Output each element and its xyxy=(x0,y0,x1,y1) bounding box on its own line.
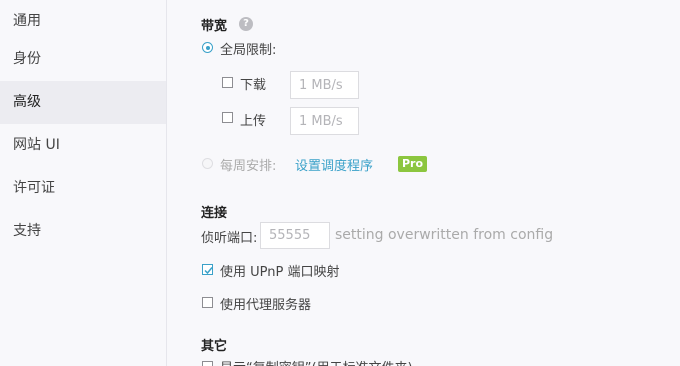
listen-port-label: 侦听端口: xyxy=(201,231,258,246)
download-label: 下载 xyxy=(240,78,267,93)
proxy-label: 使用代理服务器 xyxy=(220,298,312,313)
sidebar-item-license[interactable]: 许可证 xyxy=(0,167,166,210)
upload-label: 上传 xyxy=(240,114,267,129)
checkmark-icon xyxy=(204,267,213,275)
sidebar: 通用 身份 高级 网站 UI 许可证 支持 xyxy=(0,0,167,366)
sidebar-item-web-ui[interactable]: 网站 UI xyxy=(0,124,166,167)
proxy-checkbox[interactable] xyxy=(202,297,213,308)
port-overwritten-note: setting overwritten from config xyxy=(335,227,554,243)
global-limit-label: 全局限制: xyxy=(220,43,277,58)
upload-limit-input[interactable] xyxy=(290,107,359,135)
sidebar-item-general[interactable]: 通用 xyxy=(0,0,166,43)
download-checkbox[interactable] xyxy=(222,77,233,88)
sidebar-item-identity[interactable]: 身份 xyxy=(0,38,166,81)
upnp-label: 使用 UPnP 端口映射 xyxy=(220,265,340,280)
copy-key-checkbox[interactable] xyxy=(202,361,213,366)
connection-heading: 连接 xyxy=(201,206,228,221)
sidebar-item-support[interactable]: 支持 xyxy=(0,210,166,253)
weekly-schedule-label: 每周安排: xyxy=(220,159,277,174)
upnp-checkbox[interactable] xyxy=(202,264,213,275)
set-scheduler-link[interactable]: 设置调度程序 xyxy=(295,155,373,174)
listen-port-input[interactable] xyxy=(260,222,330,249)
copy-key-label: 显示“复制密钥”(用于标准文件夹) xyxy=(220,357,413,366)
advanced-settings-panel: 带宽 ? 全局限制: 下载 上传 每周安排: 设置调度程序 Pro 连接 侦听端… xyxy=(167,0,680,366)
global-limit-radio[interactable] xyxy=(202,42,213,53)
bandwidth-heading: 带宽 xyxy=(201,19,228,34)
weekly-schedule-radio[interactable] xyxy=(202,158,213,169)
pro-badge: Pro xyxy=(398,156,428,172)
sidebar-item-advanced[interactable]: 高级 xyxy=(0,81,166,124)
upload-checkbox[interactable] xyxy=(222,112,233,123)
download-limit-input[interactable] xyxy=(290,71,359,99)
other-heading: 其它 xyxy=(201,339,228,354)
question-mark-icon[interactable]: ? xyxy=(239,17,253,31)
